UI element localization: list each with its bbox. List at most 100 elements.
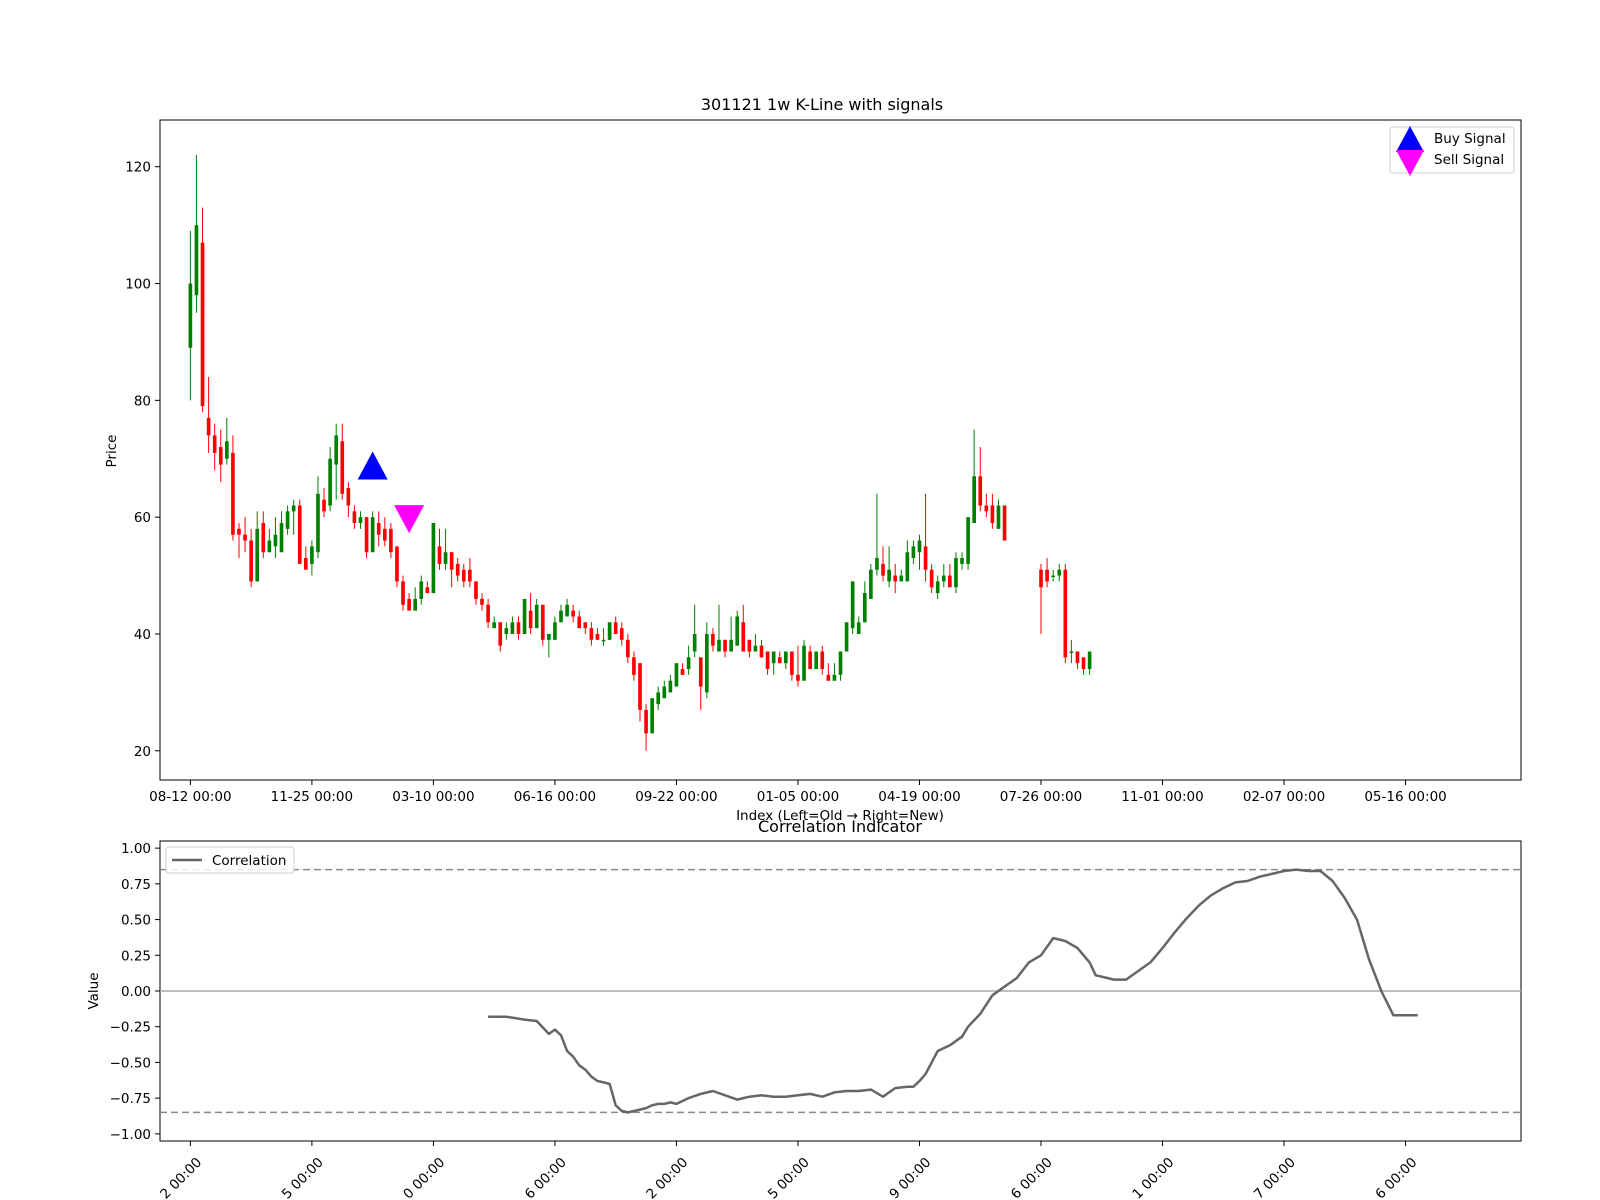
candle-body-down — [589, 628, 594, 640]
candle-body-up — [1069, 651, 1074, 654]
candle-body-down — [480, 598, 484, 605]
candle-body-down — [765, 651, 770, 670]
candle-body-down — [212, 435, 217, 453]
kline-x-tick-label: 03-10 00:00 — [392, 789, 474, 805]
kline-x-tick-label: 08-12 00:00 — [149, 789, 231, 805]
candle-body-up — [443, 552, 448, 564]
candle-body-up — [291, 505, 296, 512]
candle-body-down — [741, 622, 746, 652]
candle-body-up — [565, 604, 569, 617]
kline-y-tick-label: 120 — [125, 160, 151, 176]
candle-body-down — [571, 610, 575, 617]
candle-body-up — [935, 581, 940, 594]
candle-body-up — [267, 540, 272, 553]
candle-body-down — [747, 639, 752, 652]
kline-x-tick-label: 02-07 00:00 — [1243, 789, 1325, 805]
kline-x-tick-label: 01-05 00:00 — [757, 789, 839, 805]
candle-body-down — [346, 487, 351, 506]
candle-body-up — [358, 517, 363, 524]
candle-body-down — [474, 581, 478, 599]
candle-body-up — [188, 283, 193, 348]
candle-body-up — [692, 633, 697, 652]
correlation-title: Correlation Indicator — [758, 817, 922, 836]
candle-body-down — [461, 569, 466, 582]
candle-body-down — [619, 628, 624, 640]
candle-body-up — [656, 692, 661, 705]
kline-y-axis-label: Price — [104, 435, 120, 468]
kline-legend: Buy Signal Sell Signal — [1389, 126, 1515, 176]
candle-body-down — [206, 417, 211, 436]
correlation-y-tick-label: 0.50 — [121, 913, 151, 929]
candle-body-up — [887, 569, 891, 582]
candle-body-up — [875, 558, 879, 570]
candle-body-down — [723, 639, 727, 652]
candle-body-up — [194, 225, 199, 296]
candle-body-up — [838, 651, 843, 675]
candle-body-down — [407, 598, 411, 611]
candle-body-up — [966, 517, 970, 564]
correlation-y-tick-label: 1.00 — [121, 841, 151, 857]
kline-x-tick-label: 11-01 00:00 — [1121, 789, 1203, 805]
sell-signal-legend-label: Sell Signal — [1434, 152, 1504, 168]
candle-body-up — [662, 686, 667, 699]
kline-x-tick-label: 06-16 00:00 — [514, 789, 596, 805]
candle-body-up — [255, 528, 260, 582]
candle-body-up — [547, 633, 551, 640]
candle-body-up — [310, 546, 314, 564]
candle-body-down — [978, 476, 983, 506]
candle-body-down — [711, 633, 715, 646]
candle-body-up — [328, 458, 332, 506]
candle-body-up — [225, 441, 229, 459]
candle-body-down — [249, 540, 253, 582]
candle-body-up — [559, 610, 563, 623]
candle-body-up — [668, 680, 673, 693]
candle-body-down — [218, 447, 223, 465]
candle-body-up — [674, 663, 679, 687]
candle-body-down — [583, 622, 588, 629]
candle-body-down — [364, 517, 369, 553]
kline-x-tick-label: 05-16 00:00 — [1364, 789, 1446, 805]
candle-body-down — [577, 616, 582, 629]
candle-body-down — [796, 674, 800, 681]
candle-body-down — [468, 569, 472, 582]
candle-body-down — [382, 528, 387, 541]
correlation-y-tick-label: −0.50 — [110, 1055, 151, 1071]
candle-body-down — [449, 552, 454, 570]
candle-body-down — [540, 604, 545, 640]
candle-body-up — [316, 493, 320, 553]
candle-body-down — [632, 657, 636, 675]
candle-body-down — [455, 563, 460, 576]
kline-y-tick-label: 60 — [134, 510, 151, 526]
candle-body-up — [279, 523, 284, 553]
candle-body-down — [626, 639, 630, 658]
candle-body-up — [802, 645, 806, 681]
candle-body-up — [856, 622, 861, 634]
candle-body-up — [960, 558, 964, 564]
kline-y-tick-label: 40 — [134, 627, 151, 643]
candle-body-up — [334, 435, 339, 465]
candle-body-up — [954, 558, 958, 588]
candle-body-up — [899, 575, 904, 582]
candle-body-up — [783, 651, 788, 664]
kline-y-tick-label: 20 — [134, 744, 151, 760]
correlation-y-tick-label: −1.00 — [110, 1127, 151, 1143]
candle-body-up — [753, 645, 758, 652]
candle-body-up — [911, 546, 916, 559]
candle-body-down — [389, 528, 393, 553]
candle-body-up — [534, 604, 539, 629]
candle-body-up — [413, 598, 418, 611]
correlation-y-tick-label: 0.25 — [121, 948, 151, 964]
kline-x-tick-label: 04-19 00:00 — [878, 789, 960, 805]
candle-body-up — [370, 517, 375, 553]
candle-body-down — [613, 622, 618, 634]
candle-body-up — [1051, 575, 1055, 578]
candle-body-up — [510, 622, 515, 634]
correlation-y-tick-label: −0.75 — [110, 1091, 151, 1107]
candle-body-down — [1081, 657, 1086, 670]
candle-body-down — [303, 558, 308, 570]
candle-body-up — [705, 633, 709, 693]
candle-body-down — [984, 505, 989, 512]
candle-body-down — [528, 610, 533, 629]
candle-body-up — [601, 639, 606, 642]
candle-body-down — [376, 523, 381, 535]
